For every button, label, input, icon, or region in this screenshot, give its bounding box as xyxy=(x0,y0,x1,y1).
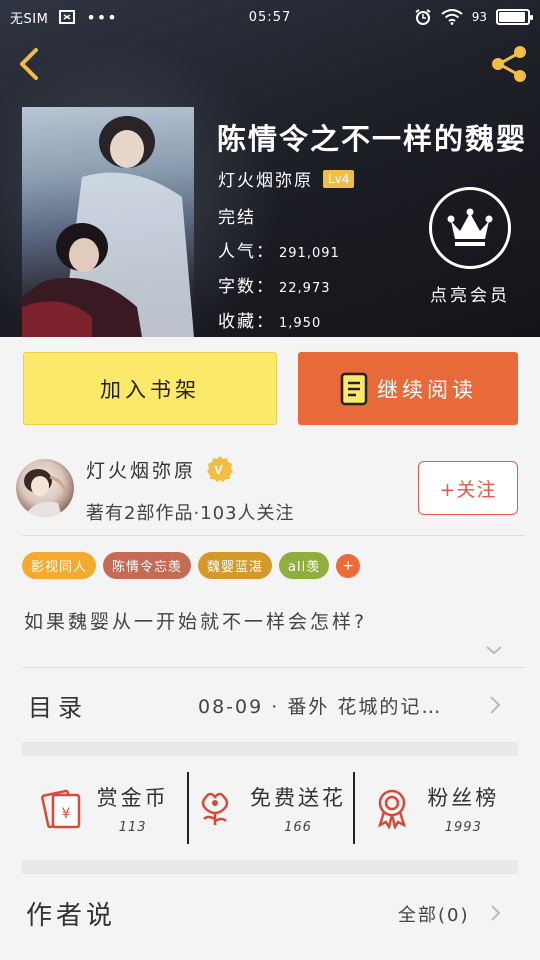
author-name-header[interactable]: 灯火烟弥原 xyxy=(218,166,313,191)
fan-ranking-button[interactable]: 粉丝榜 1993 xyxy=(352,756,518,860)
share-icon xyxy=(492,46,526,82)
book-status: 完结 xyxy=(218,208,256,228)
divider xyxy=(22,535,525,536)
medal-icon xyxy=(378,789,407,829)
back-button[interactable] xyxy=(12,44,48,84)
avatar-image xyxy=(24,469,68,517)
latest-chapter: 08-09 · 番外 花城的记… xyxy=(198,696,443,718)
section-separator xyxy=(22,860,518,874)
stat-value: 166 xyxy=(284,819,312,835)
add-to-shelf-label: 加入书架 xyxy=(100,377,200,402)
share-button[interactable] xyxy=(488,44,532,84)
cover-art xyxy=(22,116,194,337)
popularity-value: 291,091 xyxy=(279,246,340,261)
author-name[interactable]: 灯火烟弥原 xyxy=(86,456,196,483)
verified-badge-text: V xyxy=(214,462,226,477)
wordcount-row: 字数： 22,973 xyxy=(218,272,331,297)
red-envelope-icon: ¥ xyxy=(40,789,80,829)
tag-list: 影视同人 陈情令忘羡 魏婴蓝湛 all羡 + xyxy=(22,552,361,579)
clock-text: 05:57 xyxy=(248,9,292,25)
wordcount-label: 字数： xyxy=(218,277,275,297)
section-separator xyxy=(22,742,518,756)
tag-item[interactable]: all羡 xyxy=(279,552,330,579)
chevron-down-icon xyxy=(486,646,502,655)
crown-icon xyxy=(429,187,511,269)
tag-item[interactable]: 魏婴蓝湛 xyxy=(198,552,273,579)
status-bar: 无SIM ••• 05:57 93 xyxy=(0,0,540,34)
stat-label: 免费送花 xyxy=(249,785,346,810)
chevron-right-icon xyxy=(490,696,501,714)
book-header: 无SIM ••• 05:57 93 陈情令之不一样的魏婴 灯火烟弥原 Lv4 完… xyxy=(0,0,540,337)
popularity-row: 人气： 291,091 xyxy=(218,237,340,262)
book-summary: 如果魏婴从一开始就不一样会怎样? xyxy=(24,611,368,633)
stat-label: 粉丝榜 xyxy=(427,785,500,810)
continue-reading-label: 继续阅读 xyxy=(377,377,477,402)
book-cover[interactable] xyxy=(22,107,194,337)
verified-badge-icon: V xyxy=(207,456,234,482)
favorites-row: 收藏： 1,950 xyxy=(218,307,321,332)
toc-label: 目录 xyxy=(28,694,88,722)
wordcount-value: 22,973 xyxy=(279,281,331,296)
add-to-shelf-button[interactable]: 加入书架 xyxy=(23,352,277,425)
author-avatar[interactable] xyxy=(16,459,74,517)
chevron-left-icon xyxy=(20,48,38,80)
battery-icon xyxy=(496,9,533,25)
author-says-title: 作者说 xyxy=(26,901,117,931)
add-tag-button[interactable]: + xyxy=(336,554,361,578)
stats-row: ¥ 赏金币 113 免费送花 166 粉丝榜 1993 xyxy=(22,756,518,860)
follow-button[interactable]: +关注 xyxy=(418,461,518,515)
book-title: 陈情令之不一样的魏婴 xyxy=(217,122,528,156)
table-of-contents-row[interactable]: 目录 08-09 · 番外 花城的记… xyxy=(0,668,540,740)
stat-value: 113 xyxy=(118,819,147,835)
tag-item[interactable]: 陈情令忘羡 xyxy=(103,552,192,579)
view-all-link[interactable]: 全部(0) xyxy=(398,901,470,927)
author-line: 灯火烟弥原 Lv4 xyxy=(218,166,355,191)
author-stats: 著有2部作品·103人关注 xyxy=(86,503,295,524)
stat-label: 赏金币 xyxy=(96,785,169,810)
flower-icon xyxy=(201,792,229,825)
send-flower-button[interactable]: 免费送花 166 xyxy=(187,756,352,860)
stat-value: 1993 xyxy=(444,819,482,835)
battery-level xyxy=(499,12,526,22)
follow-label: +关注 xyxy=(439,478,497,501)
expand-summary-button[interactable] xyxy=(484,642,504,656)
book-icon xyxy=(340,372,368,405)
level-badge: Lv4 xyxy=(323,169,355,188)
continue-reading-button[interactable]: 继续阅读 xyxy=(298,352,518,425)
svg-text:¥: ¥ xyxy=(61,806,70,822)
author-name-row: 灯火烟弥原 V xyxy=(86,455,234,483)
favorites-value: 1,950 xyxy=(279,316,322,331)
vip-button[interactable]: 点亮会员 xyxy=(420,187,520,306)
favorites-label: 收藏： xyxy=(218,312,275,332)
popularity-label: 人气： xyxy=(218,242,275,262)
reward-coins-button[interactable]: ¥ 赏金币 113 xyxy=(22,756,187,860)
chevron-right-icon[interactable] xyxy=(490,904,502,922)
tag-item[interactable]: 影视同人 xyxy=(22,552,97,579)
vip-label: 点亮会员 xyxy=(430,286,510,306)
